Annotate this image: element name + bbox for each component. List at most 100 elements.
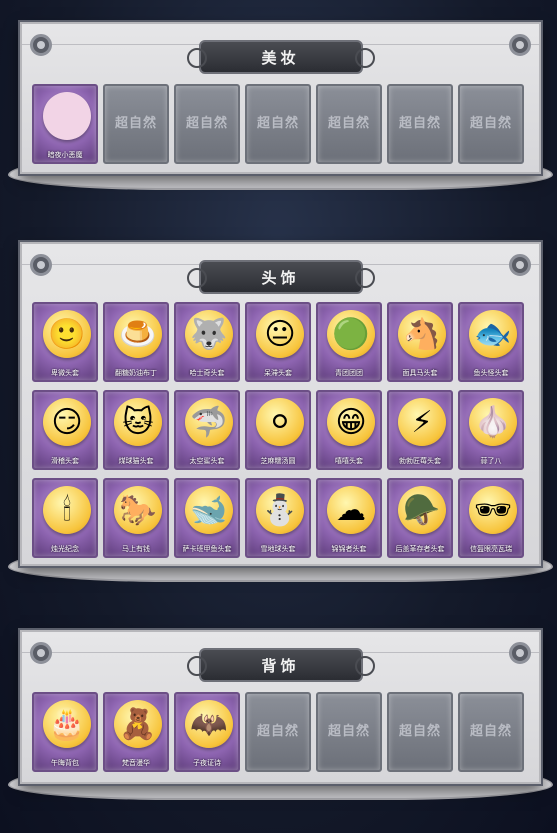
item-label: 滑稽头套 [51,457,79,465]
item-label: 雪地球头套 [260,545,296,553]
item-card[interactable]: 😁 嘻嘻头套 [316,390,382,470]
item-card[interactable]: ⛄ 雪地球头套 [245,478,311,558]
item-card[interactable]: 🪖 后盖革存者头套 [387,478,453,558]
watermark-logo: 超自然 [398,724,441,739]
watermark-logo: 超自然 [185,116,228,131]
pixel-sunglasses-icon: 🕶 [469,486,517,534]
empty-item-slot[interactable]: 超自然 [387,84,453,164]
item-card[interactable]: 🟢 青团团团 [316,302,382,382]
fish-head-icon: 🐟 [469,310,517,358]
corner-ornament-icon [30,34,52,56]
item-label: 芝麻糯汤圆 [260,457,296,465]
corner-ornament-icon [509,642,531,664]
devil-girl-icon [43,92,91,140]
item-label: 翻糖奶油布丁 [115,369,157,377]
item-grid: 暗夜小恶魔 超自然 超自然 超自然 超自然 超自然 超自然 [32,84,524,164]
item-card[interactable]: 🐎 马上有钱 [103,478,169,558]
section-panel-makeup: 美妆 暗夜小恶魔 超自然 超自然 超自然 超自然 超自然 超自然 [8,22,553,190]
shark-head-icon: 🦈 [185,398,233,446]
item-card[interactable]: 🐱 煤球猫头套 [103,390,169,470]
fish-ball-icon: 🐋 [185,486,233,534]
horse-icon: 🐎 [114,486,162,534]
item-card[interactable]: 🐴 面具马头套 [387,302,453,382]
item-card[interactable]: 🦇 子夜证诗 [174,692,240,772]
empty-item-slot[interactable]: 超自然 [387,692,453,772]
item-label: 青团团团 [335,369,363,377]
empty-item-slot[interactable]: 超自然 [103,84,169,164]
item-card[interactable]: 暗夜小恶魔 [32,84,98,164]
empty-item-slot[interactable]: 超自然 [245,692,311,772]
snowman-icon: ⛄ [256,486,304,534]
candle-icon: 🕯 [43,486,91,534]
horse-head-icon: 🐴 [398,310,446,358]
dumpling-icon: ⚪ [256,398,304,446]
watermark-logo: 超自然 [327,116,370,131]
item-card[interactable]: 🍮 翻糖奶油布丁 [103,302,169,382]
item-grid: 🙂 卑微头套 🍮 翻糖奶油布丁 🐺 哈士奇头套 😐 呆滞头套 🟢 青团团团 🐴 面具马头套 🐟 鱼头怪头套… [32,302,524,558]
empty-item-slot[interactable]: 超自然 [316,692,382,772]
item-card[interactable]: 😏 滑稽头套 [32,390,98,470]
pudding-icon: 🍮 [114,310,162,358]
corner-ornament-icon [30,254,52,276]
item-card[interactable]: ☁ 锦锦者头套 [316,478,382,558]
item-label: 哈士奇头套 [189,369,225,377]
item-card[interactable]: ⚡ 勃勃匠莓头套 [387,390,453,470]
item-label: 马上有钱 [122,545,150,553]
empty-item-slot[interactable]: 超自然 [458,84,524,164]
watermark-logo: 超自然 [327,724,370,739]
item-label: 太空鲨头套 [189,457,225,465]
item-label: 呆滞头套 [264,369,292,377]
item-label: 午晦背包 [51,759,79,767]
empty-item-slot[interactable]: 超自然 [316,84,382,164]
item-card[interactable]: 🐟 鱼头怪头套 [458,302,524,382]
section-panel-headwear: 头饰 🙂 卑微头套 🍮 翻糖奶油布丁 🐺 哈士奇头套 😐 呆滞头套 🟢 青团团团 🐴 面具马头套 🐟 鱼头… [8,242,553,582]
item-card[interactable]: 🐋 萨卡班甲鱼头套 [174,478,240,558]
item-card[interactable]: 🙂 卑微头套 [32,302,98,382]
cake-backpack-icon: 🎂 [43,700,91,748]
item-label: 面具马头套 [402,369,438,377]
item-label: 暗夜小恶魔 [47,151,83,159]
corner-ornament-icon [509,34,531,56]
item-card[interactable]: 🧄 蒜了八 [458,390,524,470]
watermark-logo: 超自然 [398,116,441,131]
item-label: 勃勃匠莓头套 [399,457,441,465]
dark-wing-icon: 🦇 [185,700,233,748]
item-card[interactable]: 🕶 信盔眼亮瓦瑞 [458,478,524,558]
item-card[interactable]: 😐 呆滞头套 [245,302,311,382]
item-label: 卑微头套 [51,369,79,377]
item-card[interactable]: 🎂 午晦背包 [32,692,98,772]
item-label: 嘻嘻头套 [335,457,363,465]
funny-face-icon: 😏 [43,398,91,446]
item-card[interactable]: 🕯 烛光纪念 [32,478,98,558]
green-ball-icon: 🟢 [327,310,375,358]
garlic-icon: 🧄 [469,398,517,446]
doll-icon: 🧸 [114,700,162,748]
item-card[interactable]: ⚪ 芝麻糯汤圆 [245,390,311,470]
smiley-face-icon: 🙂 [43,310,91,358]
item-label: 锦锦者头套 [331,545,367,553]
corner-ornament-icon [30,642,52,664]
empty-item-slot[interactable]: 超自然 [245,84,311,164]
item-card[interactable]: 🐺 哈士奇头套 [174,302,240,382]
empty-item-slot[interactable]: 超自然 [174,84,240,164]
item-label: 煤球猫头套 [118,457,154,465]
watermark-logo: 超自然 [114,116,157,131]
item-label: 子夜证诗 [193,759,221,767]
corner-ornament-icon [509,254,531,276]
section-title: 头饰 [186,260,375,294]
watermark-logo: 超自然 [469,724,512,739]
section-title: 美妆 [186,40,375,74]
item-grid: 🎂 午晦背包 🧸 梵音漫华 🦇 子夜证诗 超自然 超自然 超自然 超自然 [32,692,524,772]
section-title: 背饰 [186,648,375,682]
item-label: 鱼头怪头套 [473,369,509,377]
item-label: 信盔眼亮瓦瑞 [470,545,512,553]
empty-item-slot[interactable]: 超自然 [458,692,524,772]
watermark-logo: 超自然 [256,116,299,131]
watermark-logo: 超自然 [256,724,299,739]
item-label: 后盖革存者头套 [395,545,445,553]
item-label: 梵音漫华 [122,759,150,767]
husky-icon: 🐺 [185,310,233,358]
item-card[interactable]: 🧸 梵音漫华 [103,692,169,772]
item-card[interactable]: 🦈 太空鲨头套 [174,390,240,470]
grin-face-icon: 😁 [327,398,375,446]
